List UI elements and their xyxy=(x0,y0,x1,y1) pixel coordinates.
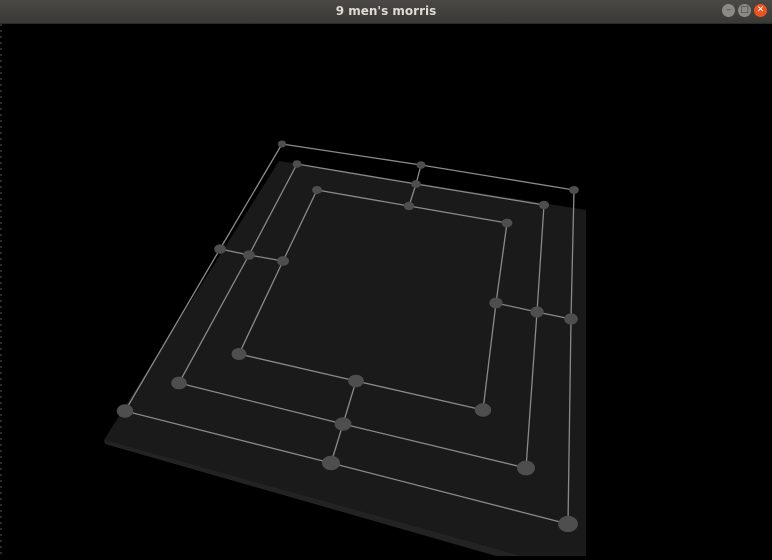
board-top xyxy=(104,161,586,560)
game-viewport[interactable] xyxy=(0,24,772,560)
window-edge xyxy=(0,24,2,556)
minimize-icon: – xyxy=(726,5,731,15)
board-point[interactable] xyxy=(411,180,421,188)
board-line xyxy=(420,164,575,191)
board-point[interactable] xyxy=(312,186,322,194)
board-point[interactable] xyxy=(348,374,364,388)
board-point[interactable] xyxy=(334,417,352,431)
board-point[interactable] xyxy=(214,244,226,254)
board-point[interactable] xyxy=(231,348,247,360)
board-point[interactable] xyxy=(530,306,544,318)
board-point[interactable] xyxy=(517,460,535,476)
morris-board[interactable] xyxy=(0,24,772,560)
board-point[interactable] xyxy=(416,161,426,169)
board-point[interactable] xyxy=(277,256,289,266)
board-point[interactable] xyxy=(322,455,340,471)
board-point[interactable] xyxy=(489,297,503,309)
window-controls: – □ ✕ xyxy=(722,4,767,17)
board-point[interactable] xyxy=(277,140,287,148)
board-point[interactable] xyxy=(538,200,550,210)
board-point[interactable] xyxy=(501,218,513,228)
minimize-button[interactable]: – xyxy=(722,4,735,17)
board-point[interactable] xyxy=(116,404,134,418)
board-point[interactable] xyxy=(292,160,302,168)
title-bar[interactable]: 9 men's morris – □ ✕ xyxy=(0,0,772,24)
window-title: 9 men's morris xyxy=(335,4,437,18)
board-line xyxy=(281,143,422,166)
close-icon: ✕ xyxy=(756,5,765,15)
board-point[interactable] xyxy=(171,376,187,390)
board-point[interactable] xyxy=(243,250,255,260)
board-point[interactable] xyxy=(558,515,578,533)
app-window: 9 men's morris – □ ✕ xyxy=(0,0,772,560)
board-point[interactable] xyxy=(474,403,492,417)
maximize-icon: □ xyxy=(740,5,749,15)
maximize-button[interactable]: □ xyxy=(738,4,751,17)
board-point[interactable] xyxy=(403,201,415,211)
board-point[interactable] xyxy=(569,186,579,194)
close-button[interactable]: ✕ xyxy=(754,4,767,17)
board-point[interactable] xyxy=(564,313,578,325)
